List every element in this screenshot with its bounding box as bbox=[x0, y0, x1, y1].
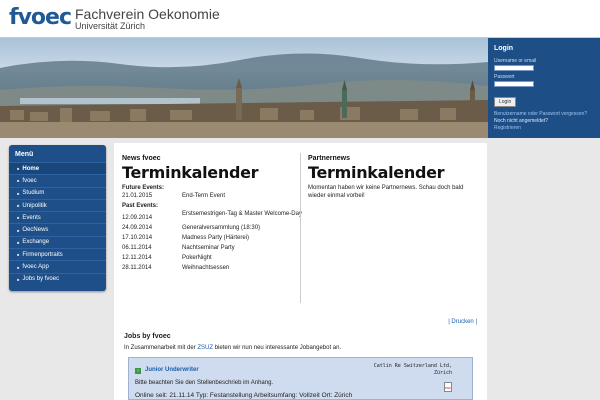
forgot-password-link[interactable]: Benutzername oder Passwort vergessen? bbox=[494, 111, 594, 118]
news-section-label: News fvoec bbox=[122, 155, 161, 162]
event-row[interactable]: 12.11.2014 PokerNight bbox=[122, 255, 302, 262]
password-input[interactable] bbox=[494, 81, 534, 87]
event-date: 28.11.2014 bbox=[122, 265, 152, 271]
jobs-intro-prefix: In Zusammenarbeit mit der bbox=[124, 345, 196, 351]
future-events-label: Future Events: bbox=[122, 185, 165, 191]
menu-item-exchange[interactable]: ■ Exchange bbox=[9, 235, 106, 248]
partner-title: Terminkalender bbox=[308, 163, 445, 182]
event-date: 21.01.2015 bbox=[122, 193, 153, 199]
menu-item-label: Exchange bbox=[22, 239, 50, 246]
menu-item-oecnews[interactable]: ■ OecNews bbox=[9, 223, 106, 235]
event-name: End-Term Event bbox=[182, 193, 226, 199]
menu-item-label: OecNews bbox=[22, 227, 49, 234]
zsuz-link[interactable]: ZSUZ bbox=[197, 345, 213, 351]
site-logo[interactable]: fvoec bbox=[9, 5, 72, 30]
news-title: Terminkalender bbox=[122, 163, 259, 182]
event-name: Nachtseminar Party bbox=[182, 245, 235, 251]
menu-title: Menü bbox=[15, 151, 34, 158]
menu-item-label: Studium bbox=[22, 190, 45, 197]
menu-item-unipolitik[interactable]: ■ Unipolitik bbox=[9, 198, 106, 211]
event-row[interactable]: 06.11.2014 Nachtseminar Party bbox=[122, 245, 302, 252]
city-banner-image bbox=[0, 38, 488, 138]
site-header: fvoec Fachverein Oekonomie Universität Z… bbox=[0, 0, 600, 38]
jobs-title: Jobs by fvoec bbox=[124, 333, 171, 340]
login-panel: Login Username or email Passwort Login B… bbox=[488, 38, 600, 138]
event-row[interactable]: 12.09.2014 Erstsemestrigen-Tag & Master … bbox=[122, 211, 302, 222]
username-label: Username or email bbox=[494, 58, 537, 64]
pdf-icon[interactable]: PDF bbox=[444, 382, 452, 392]
news-column: News fvoec Terminkalender Future Events:… bbox=[122, 155, 302, 275]
column-divider bbox=[300, 153, 301, 303]
menu-item-fvoec-app[interactable]: ■ fvoec App bbox=[9, 260, 106, 272]
menu-item-events[interactable]: ■ Events bbox=[9, 211, 106, 223]
bullet-icon: ■ bbox=[17, 190, 20, 196]
bullet-icon: ■ bbox=[17, 203, 20, 209]
event-row[interactable]: 28.11.2014 Weihnachtsessen bbox=[122, 265, 302, 272]
event-date: 06.11.2014 bbox=[122, 245, 152, 251]
event-name: Weihnachtsessen bbox=[182, 265, 230, 271]
event-row[interactable]: 21.01.2015 End-Term Event bbox=[122, 193, 302, 200]
sidebar-menu: Menü ■ Home ■ fvoec ■ Studium ■ Unipolitik ■… bbox=[9, 145, 106, 291]
partner-column: Partnernews Terminkalender Momentan habe… bbox=[308, 155, 478, 200]
login-button[interactable]: Login bbox=[494, 97, 517, 107]
past-events-label: Past Events: bbox=[122, 203, 159, 209]
menu-item-label: Events bbox=[22, 214, 41, 221]
username-input[interactable] bbox=[494, 65, 534, 71]
bullet-icon: ■ bbox=[17, 276, 20, 282]
menu-item-studium[interactable]: ■ Studium bbox=[9, 186, 106, 199]
menu-item-label: Firmenportraits bbox=[22, 251, 63, 258]
partner-text: Momentan haben wir keine Partnernews. Sc… bbox=[308, 185, 464, 199]
event-date: 24.09.2014 bbox=[122, 225, 153, 231]
main-content: News fvoec Terminkalender Future Events:… bbox=[114, 143, 487, 400]
partner-section-label: Partnernews bbox=[308, 155, 351, 162]
event-name: Generalversammlung (18:30) bbox=[182, 225, 261, 231]
bullet-icon: ■ bbox=[17, 227, 20, 233]
register-link[interactable]: Registrieren bbox=[494, 125, 594, 132]
menu-item-firmenportraits[interactable]: ■ Firmenportraits bbox=[9, 248, 106, 260]
event-date: 17.10.2014 bbox=[122, 235, 153, 241]
bullet-icon: ■ bbox=[17, 178, 20, 184]
bullet-icon: ■ bbox=[17, 264, 20, 270]
event-name: PokerNight bbox=[182, 255, 212, 261]
print-link[interactable]: | Drucken | bbox=[448, 319, 477, 325]
event-date: 12.09.2014 bbox=[122, 215, 153, 221]
menu-item-fvoec[interactable]: ■ fvoec bbox=[9, 174, 106, 186]
bullet-icon: ■ bbox=[17, 215, 20, 221]
event-row[interactable]: 17.10.2014 Madness Party (Härterei) bbox=[122, 235, 302, 242]
site-title: Fachverein Oekonomie bbox=[75, 6, 220, 22]
event-date: 12.11.2014 bbox=[122, 255, 152, 261]
job-title-link[interactable]: Junior Underwriter bbox=[145, 367, 199, 373]
menu-item-label: Unipolitik bbox=[22, 202, 47, 209]
expand-icon[interactable]: › bbox=[135, 368, 141, 374]
job-listing: › Junior Underwriter Catlin Re Switzerla… bbox=[128, 357, 473, 400]
event-name: Erstsemestrigen-Tag & Master Welcome-Day bbox=[182, 211, 302, 217]
job-company: Catlin Re Switzerland Ltd, Zürich bbox=[374, 363, 452, 377]
login-title: Login bbox=[494, 45, 514, 52]
jobs-intro-suffix: bieten wir nun neu interessante Jobangeb… bbox=[214, 345, 342, 351]
job-description: Bitte beachten Sie den Stellenbeschrieb … bbox=[135, 380, 274, 386]
company-name: Catlin Re Switzerland Ltd, bbox=[373, 363, 452, 369]
not-registered-text: Noch nicht angemeldet? bbox=[494, 118, 548, 124]
site-subtitle: Universität Zürich bbox=[75, 21, 146, 31]
jobs-intro: In Zusammenarbeit mit der ZSUZ bieten wi… bbox=[124, 345, 341, 351]
bullet-icon: ■ bbox=[17, 252, 20, 258]
event-row[interactable]: 24.09.2014 Generalversammlung (18:30) bbox=[122, 225, 302, 232]
menu-item-home[interactable]: ■ Home bbox=[9, 162, 106, 175]
menu-item-label: fvoec bbox=[22, 177, 37, 184]
job-meta: Online seit: 21.11.14 Typ: Festanstellun… bbox=[135, 392, 353, 399]
menu-item-jobs[interactable]: ■ Jobs by fvoec bbox=[9, 272, 106, 285]
event-name: Madness Party (Härterei) bbox=[182, 235, 250, 241]
bullet-icon: ■ bbox=[17, 166, 20, 172]
company-city: Zürich bbox=[433, 370, 452, 376]
password-label: Passwort bbox=[494, 74, 515, 80]
menu-item-label: Jobs by fvoec bbox=[22, 276, 60, 283]
menu-item-label: fvoec App bbox=[22, 264, 49, 271]
menu-item-label: Home bbox=[22, 165, 40, 172]
bullet-icon: ■ bbox=[17, 239, 20, 245]
